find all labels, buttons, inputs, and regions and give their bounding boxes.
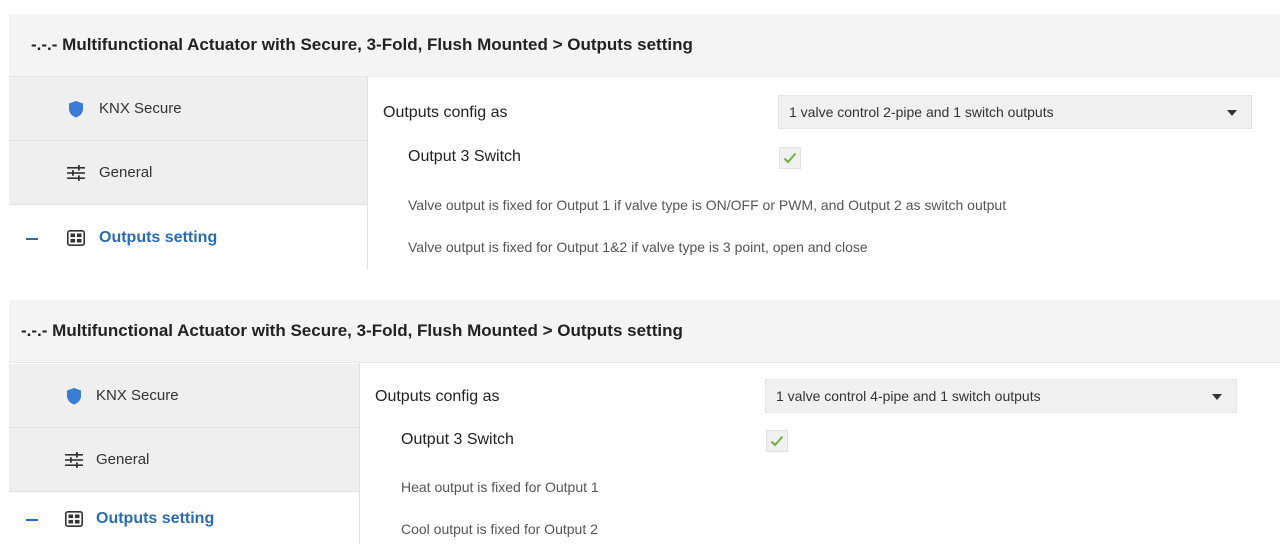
outputs-config-label: Outputs config as: [375, 388, 500, 405]
shield-icon: [65, 99, 87, 119]
outputs-config-dropdown[interactable]: 1 valve control 2-pipe and 1 switch outp…: [778, 95, 1252, 129]
parameter-panel-1: -.-.- Multifunctional Actuator with Secu…: [0, 0, 1280, 271]
sidebar-item-knx-secure[interactable]: KNX Secure: [9, 77, 367, 141]
panel-title: -.-.- Multifunctional Actuator with Secu…: [9, 14, 1280, 77]
grid-icon: [63, 509, 85, 529]
sliders-icon: [65, 163, 87, 183]
shield-icon: [63, 386, 85, 406]
info-note: Valve output is fixed for Output 1&2 if …: [408, 239, 868, 255]
grid-icon: [65, 228, 87, 248]
sidebar-item-label: General: [96, 451, 150, 468]
sidebar-item-label: KNX Secure: [99, 100, 182, 117]
info-note: Valve output is fixed for Output 1 if va…: [408, 197, 1007, 213]
sidebar-item-knx-secure[interactable]: KNX Secure: [9, 364, 359, 428]
output-3-switch-checkbox[interactable]: [779, 147, 801, 169]
chevron-down-icon: [1212, 394, 1222, 400]
sidebar-item-label: General: [99, 164, 153, 181]
outputs-config-label: Outputs config as: [383, 104, 508, 121]
parameter-panel-2: -.-.- Multifunctional Actuator with Secu…: [0, 287, 1280, 546]
collapse-icon[interactable]: [26, 238, 38, 240]
dropdown-value: 1 valve control 4-pipe and 1 switch outp…: [776, 388, 1041, 404]
panel-title: -.-.- Multifunctional Actuator with Secu…: [9, 300, 1280, 363]
output-3-switch-label: Output 3 Switch: [408, 148, 521, 165]
output-3-switch-label: Output 3 Switch: [401, 431, 514, 448]
parameter-content: Outputs config as 1 valve control 4-pipe…: [360, 364, 1280, 544]
outputs-config-dropdown[interactable]: 1 valve control 4-pipe and 1 switch outp…: [765, 379, 1237, 413]
sidebar-item-outputs-setting[interactable]: Outputs setting: [9, 205, 367, 271]
info-note: Heat output is fixed for Output 1: [401, 479, 599, 495]
info-note: Cool output is fixed for Output 2: [401, 521, 598, 537]
sidebar-item-label: Outputs setting: [96, 510, 215, 527]
chevron-down-icon: [1227, 110, 1237, 116]
sliders-icon: [63, 450, 85, 470]
collapse-icon[interactable]: [26, 519, 38, 521]
sidebar: KNX Secure General Outputs setting: [9, 77, 367, 271]
sidebar-item-label: Outputs setting: [99, 229, 218, 246]
checkmark-icon: [770, 435, 784, 447]
sidebar-item-general[interactable]: General: [9, 141, 367, 205]
output-3-switch-checkbox[interactable]: [766, 430, 788, 452]
sidebar-item-outputs-setting[interactable]: Outputs setting: [9, 492, 359, 546]
sidebar-item-general[interactable]: General: [9, 428, 359, 492]
sidebar: KNX Secure General Outputs setting: [9, 364, 359, 546]
sidebar-item-label: KNX Secure: [96, 387, 179, 404]
parameter-content: Outputs config as 1 valve control 2-pipe…: [368, 77, 1280, 270]
dropdown-value: 1 valve control 2-pipe and 1 switch outp…: [789, 104, 1054, 120]
checkmark-icon: [783, 152, 797, 164]
